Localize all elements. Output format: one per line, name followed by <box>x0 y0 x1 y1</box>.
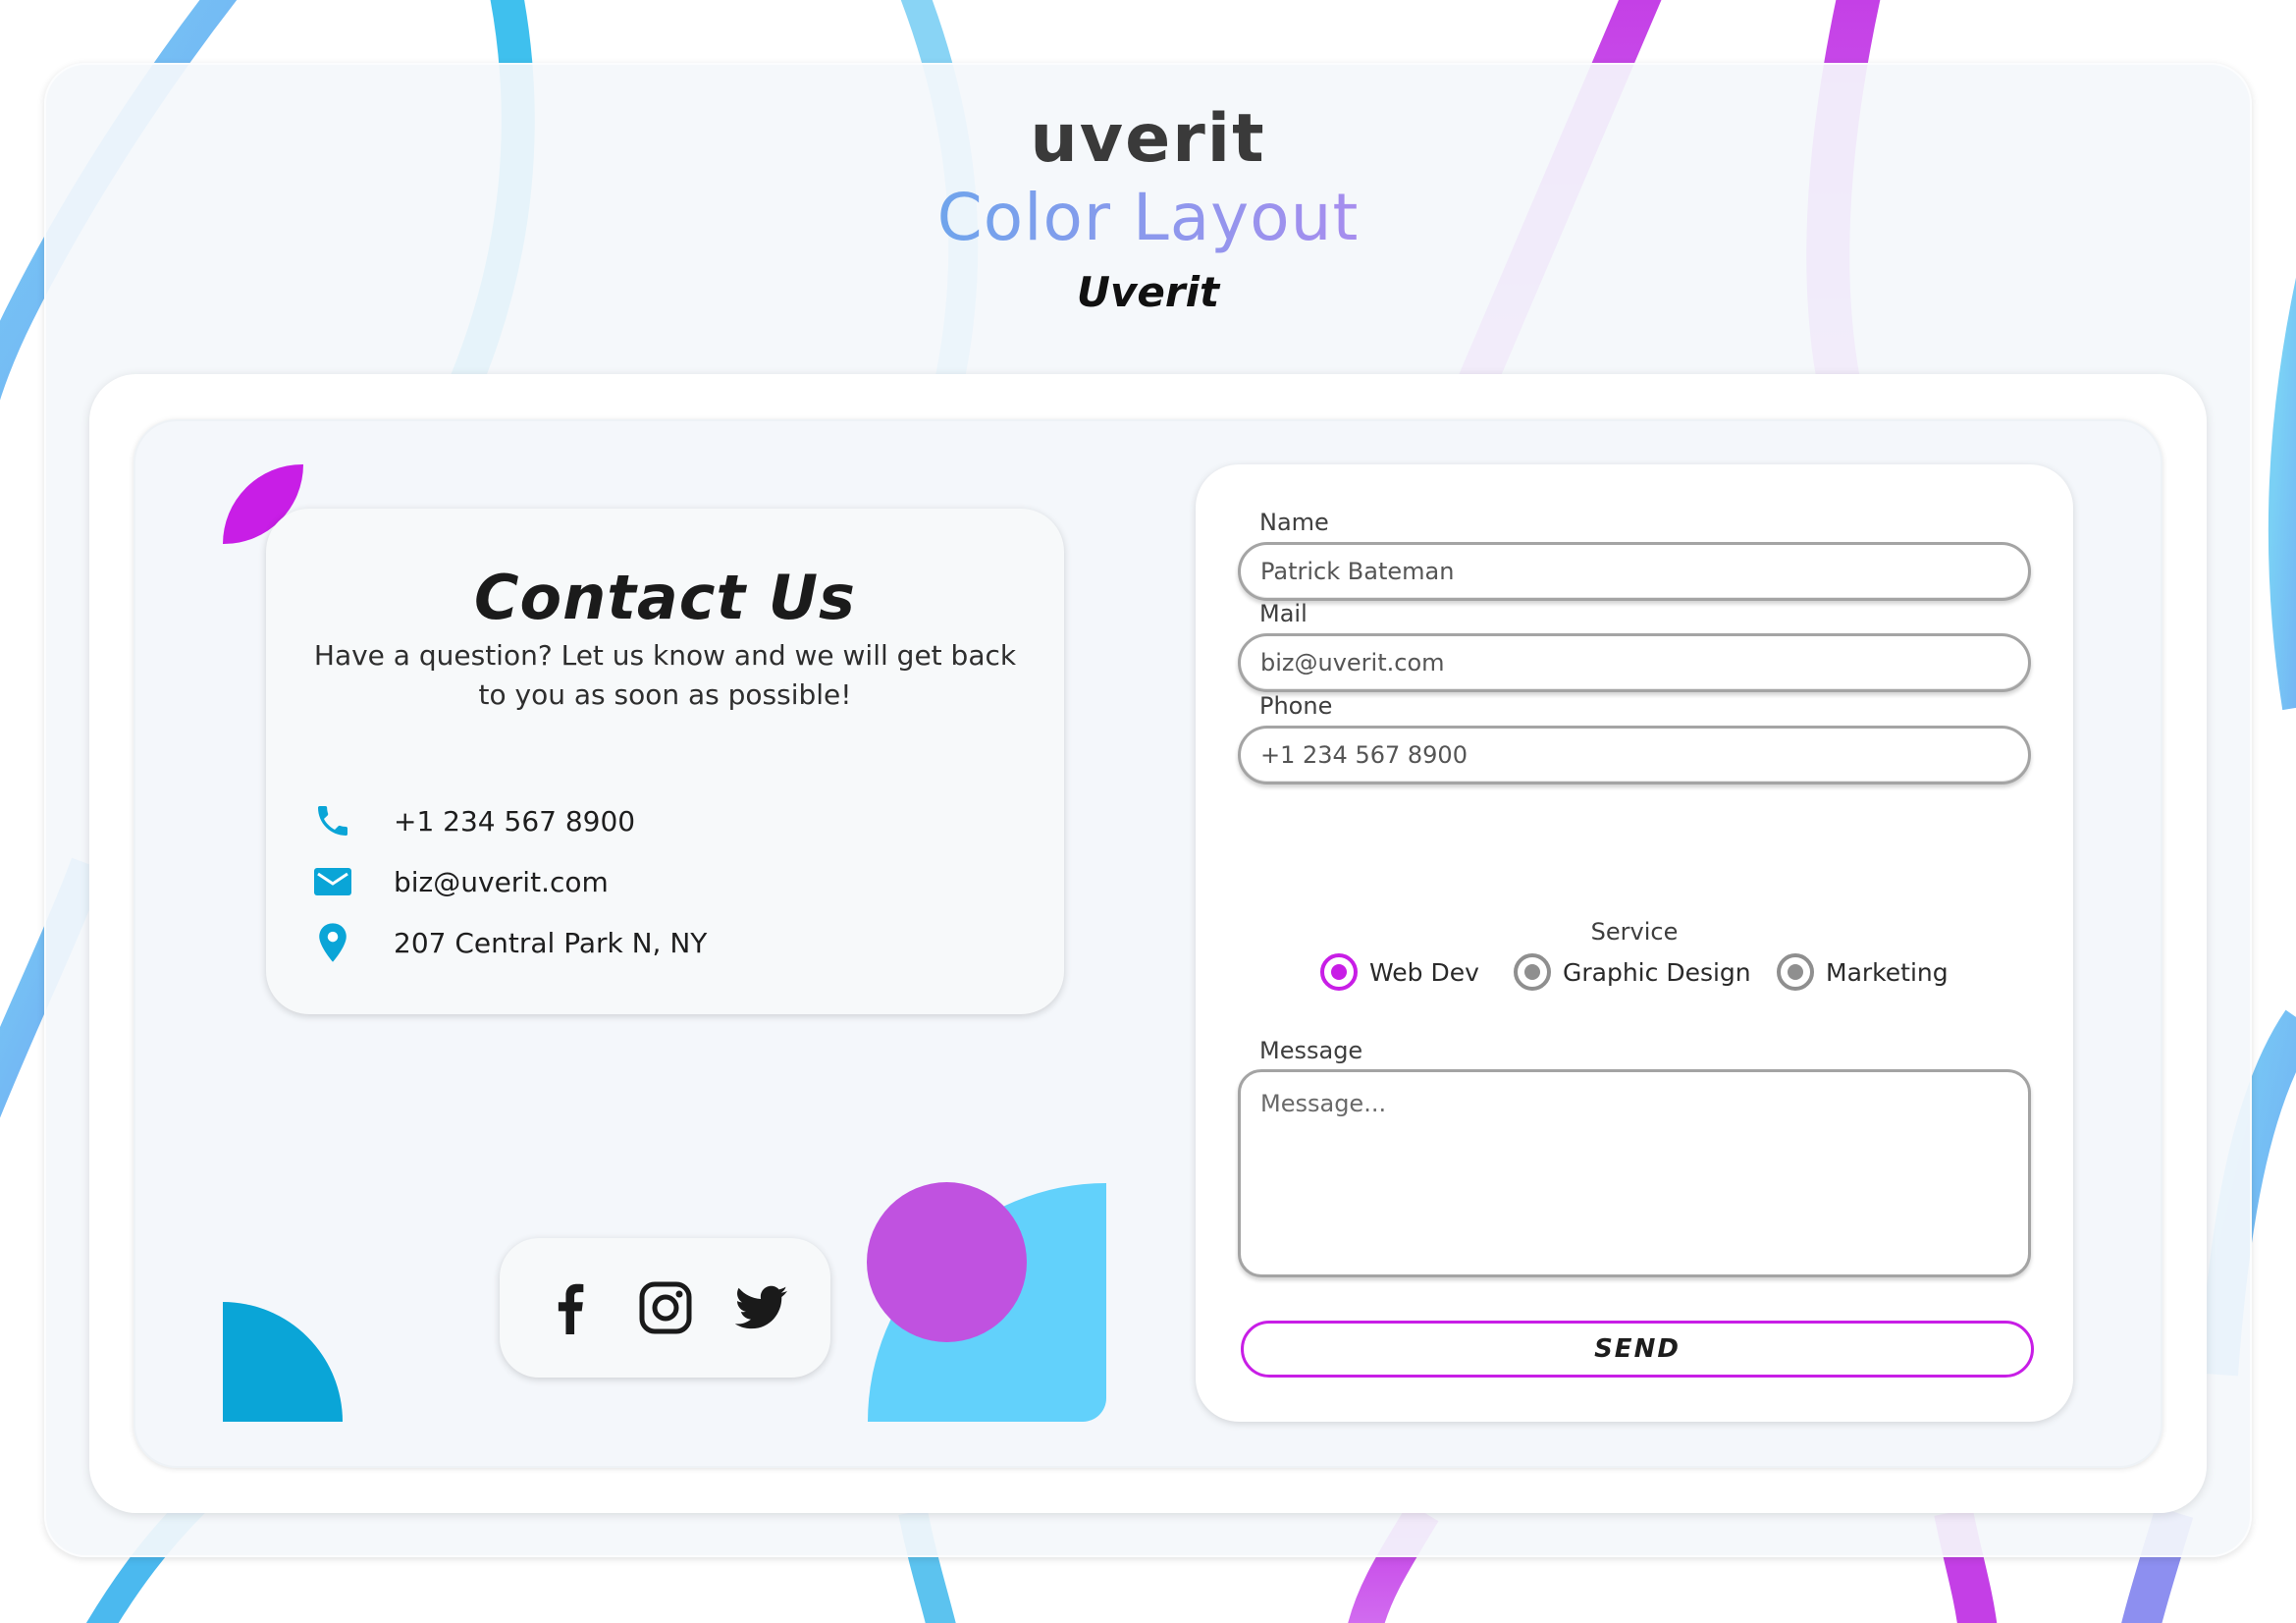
name-label: Name <box>1259 509 1329 536</box>
instagram-icon[interactable] <box>639 1281 692 1334</box>
service-option-web-dev[interactable]: Web Dev <box>1320 952 1479 992</box>
service-option-label: Marketing <box>1826 957 1949 987</box>
brand-name: Uverit <box>1076 268 1220 316</box>
radio-unselected-icon[interactable] <box>1777 953 1814 991</box>
message-label: Message <box>1259 1037 1363 1064</box>
mail-label: Mail <box>1259 600 1308 627</box>
mail-icon <box>309 860 356 903</box>
brand-header: uverit Color Layout Uverit <box>0 102 2296 318</box>
contact-address-text: 207 Central Park N, NY <box>394 926 708 959</box>
contact-phone-row[interactable]: +1 234 567 8900 <box>309 799 635 842</box>
page-subtitle: Color Layout <box>0 179 2296 257</box>
phone-input[interactable] <box>1238 726 2031 784</box>
service-option-marketing[interactable]: Marketing <box>1777 952 1949 992</box>
radio-unselected-icon[interactable] <box>1514 953 1551 991</box>
message-textarea[interactable] <box>1238 1069 2031 1277</box>
service-label: Service <box>1590 918 1679 946</box>
contact-form: Name Mail Phone Service Web Dev Graphic … <box>1196 464 2073 1422</box>
social-links-card <box>500 1238 830 1378</box>
location-pin-icon <box>309 921 356 964</box>
service-option-graphic-design[interactable]: Graphic Design <box>1514 952 1751 992</box>
service-option-label: Graphic Design <box>1563 957 1751 987</box>
radio-selected-icon[interactable] <box>1320 953 1358 991</box>
contact-mail-row[interactable]: biz@uverit.com <box>309 860 609 903</box>
phone-icon <box>309 799 356 842</box>
send-button[interactable]: SEND <box>1241 1321 2034 1378</box>
contact-title: Contact Us <box>474 562 856 633</box>
twitter-icon[interactable] <box>734 1281 788 1334</box>
service-option-label: Web Dev <box>1369 957 1479 987</box>
contact-description: Have a question? Let us know and we will… <box>313 639 1017 711</box>
mail-input[interactable] <box>1238 633 2031 692</box>
uverit-logo: uverit <box>1030 100 1266 178</box>
contact-card: Contact Us Have a question? Let us know … <box>266 509 1064 1014</box>
name-input[interactable] <box>1238 542 2031 601</box>
contact-phone-text: +1 234 567 8900 <box>394 804 636 838</box>
purple-circle-decoration <box>867 1182 1027 1342</box>
contact-address-row[interactable]: 207 Central Park N, NY <box>309 921 707 964</box>
contact-mail-text: biz@uverit.com <box>394 865 609 898</box>
facebook-icon[interactable] <box>543 1281 596 1334</box>
phone-label: Phone <box>1259 692 1333 720</box>
